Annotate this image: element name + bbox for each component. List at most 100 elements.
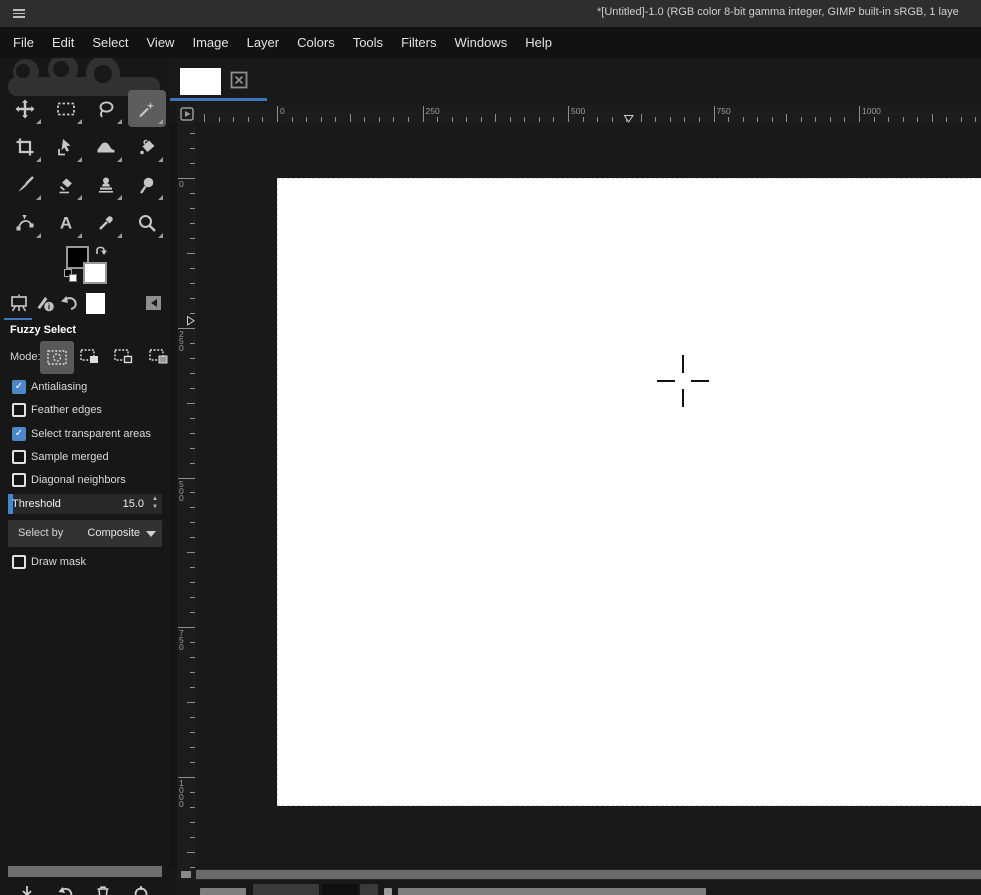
feather-edges-checkbox[interactable] bbox=[12, 403, 26, 417]
diagonal-neighbors-checkbox[interactable] bbox=[12, 473, 26, 487]
move-icon bbox=[15, 99, 35, 118]
titlebar: *[Untitled]-1.0 (RGB color 8-bit gamma i… bbox=[0, 0, 981, 27]
menu-colors[interactable]: Colors bbox=[288, 27, 344, 58]
tab-tool-options[interactable] bbox=[8, 292, 30, 314]
eraser-icon bbox=[59, 178, 72, 193]
tool-eraser-button[interactable] bbox=[47, 166, 85, 203]
tool-group-indicator bbox=[158, 157, 163, 162]
draw-mask-label: Draw mask bbox=[31, 556, 87, 568]
menu-view[interactable]: View bbox=[138, 27, 184, 58]
close-tab-button[interactable] bbox=[230, 71, 248, 89]
tool-group-indicator bbox=[158, 195, 163, 200]
tab-image-thumbnail[interactable] bbox=[86, 293, 105, 314]
mode-label: Mode: bbox=[10, 351, 41, 363]
mode-add-button[interactable] bbox=[80, 349, 100, 365]
text-icon: A bbox=[60, 213, 72, 232]
dock-menu-button[interactable] bbox=[146, 296, 161, 310]
threshold-slider[interactable]: Threshold 15.0 ▲ ▼ bbox=[8, 494, 162, 514]
menu-select[interactable]: Select bbox=[83, 27, 137, 58]
tool-smudge-button[interactable] bbox=[128, 166, 166, 203]
tab-device-status[interactable]: i bbox=[34, 292, 56, 314]
tool-unified-transform-button[interactable] bbox=[47, 128, 85, 165]
background-color-swatch[interactable] bbox=[83, 262, 107, 284]
quick-mask-toggle[interactable] bbox=[177, 869, 196, 880]
ruler-corner-button[interactable] bbox=[177, 105, 196, 123]
canvas-viewport[interactable] bbox=[196, 123, 981, 869]
select-transparent-areas-checkbox[interactable]: ✓ bbox=[12, 427, 26, 441]
window-title: *[Untitled]-1.0 (RGB color 8-bit gamma i… bbox=[597, 6, 959, 18]
mode-replace-button[interactable] bbox=[40, 341, 74, 374]
tool-text-button[interactable]: A bbox=[47, 204, 85, 241]
threshold-spinner[interactable]: ▲ ▼ bbox=[150, 495, 160, 513]
tool-zoom-button[interactable] bbox=[128, 204, 166, 241]
close-icon bbox=[230, 71, 248, 89]
tool-gradient-button[interactable] bbox=[87, 128, 125, 165]
menu-file[interactable]: File bbox=[4, 27, 43, 58]
option-row: Draw mask bbox=[0, 555, 170, 571]
statusbar-zoom-input[interactable] bbox=[322, 884, 358, 895]
statusbar-zoom-dropdown[interactable] bbox=[360, 884, 378, 895]
tool-crop-button[interactable] bbox=[6, 128, 44, 165]
tool-color-picker-button[interactable] bbox=[87, 204, 125, 241]
statusbar-hint-text bbox=[398, 888, 706, 895]
horizontal-ruler[interactable]: 0 250 500 750 1000 bbox=[196, 105, 981, 123]
vertical-ruler[interactable]: 0 250 500 750 1000 bbox=[177, 123, 196, 869]
save-tool-preset-button[interactable] bbox=[18, 884, 36, 895]
scrollbar-thumb[interactable] bbox=[196, 870, 981, 879]
hruler-label: 0 bbox=[280, 106, 285, 116]
tab-undo-history[interactable] bbox=[58, 292, 80, 314]
mode-intersect-button[interactable] bbox=[149, 349, 169, 365]
option-row: ✓ Antialiasing bbox=[0, 380, 170, 396]
statusbar-position-text bbox=[200, 888, 246, 895]
free-select-icon bbox=[99, 100, 114, 118]
statusbar bbox=[170, 880, 981, 895]
active-image-tab-underline bbox=[170, 98, 267, 101]
tool-group-indicator bbox=[117, 195, 122, 200]
tool-rectangle-select-button[interactable] bbox=[47, 90, 85, 127]
tool-clone-button[interactable] bbox=[87, 166, 125, 203]
menu-help[interactable]: Help bbox=[516, 27, 561, 58]
tool-free-select-button[interactable] bbox=[87, 90, 125, 127]
feather-edges-label: Feather edges bbox=[31, 404, 102, 416]
tool-move-button[interactable] bbox=[6, 90, 44, 127]
tool-paintbrush-button[interactable] bbox=[6, 166, 44, 203]
delete-tool-preset-button[interactable] bbox=[94, 884, 112, 895]
chevron-down-icon bbox=[146, 531, 156, 537]
triangle-left-icon bbox=[150, 299, 157, 307]
app-menu-icon[interactable] bbox=[13, 9, 25, 18]
mode-subtract-button[interactable] bbox=[114, 349, 134, 365]
draw-mask-checkbox[interactable] bbox=[12, 555, 26, 569]
option-row: Sample merged bbox=[0, 450, 170, 466]
swap-colors-icon[interactable] bbox=[94, 244, 108, 257]
vruler-label: 1000 bbox=[179, 778, 184, 809]
menu-windows[interactable]: Windows bbox=[445, 27, 516, 58]
menu-edit[interactable]: Edit bbox=[43, 27, 83, 58]
menu-image[interactable]: Image bbox=[183, 27, 237, 58]
menu-tools[interactable]: Tools bbox=[344, 27, 392, 58]
pen-info-icon: i bbox=[37, 297, 54, 311]
canvas-horizontal-scrollbar[interactable] bbox=[196, 869, 981, 880]
tool-options-scrollbar[interactable] bbox=[8, 866, 162, 877]
image-canvas[interactable] bbox=[277, 178, 981, 806]
sample-merged-label: Sample merged bbox=[31, 451, 109, 463]
statusbar-unit-select[interactable] bbox=[253, 884, 319, 895]
menu-layer[interactable]: Layer bbox=[238, 27, 289, 58]
default-colors-icon-bg[interactable] bbox=[69, 274, 77, 282]
tool-group-indicator bbox=[36, 157, 41, 162]
restore-tool-preset-button[interactable] bbox=[56, 884, 74, 895]
tool-fuzzy-select-button[interactable] bbox=[128, 90, 166, 127]
tool-paths-button[interactable] bbox=[6, 204, 44, 241]
tool-bucket-fill-button[interactable] bbox=[128, 128, 166, 165]
menu-filters[interactable]: Filters bbox=[392, 27, 445, 58]
select-by-dropdown[interactable]: Select by Composite bbox=[8, 520, 162, 547]
antialiasing-checkbox[interactable]: ✓ bbox=[12, 380, 26, 394]
reset-tool-options-button[interactable] bbox=[132, 884, 150, 895]
sample-merged-checkbox[interactable] bbox=[12, 450, 26, 464]
menubar: File Edit Select View Image Layer Colors Tools F… bbox=[0, 27, 981, 58]
image-tab[interactable] bbox=[180, 68, 221, 95]
rectangle-select-icon bbox=[57, 102, 75, 115]
hruler-label: 250 bbox=[425, 106, 440, 116]
hruler-label: 1000 bbox=[862, 106, 881, 116]
smudge-icon bbox=[140, 177, 154, 194]
tool-group-indicator bbox=[36, 233, 41, 238]
